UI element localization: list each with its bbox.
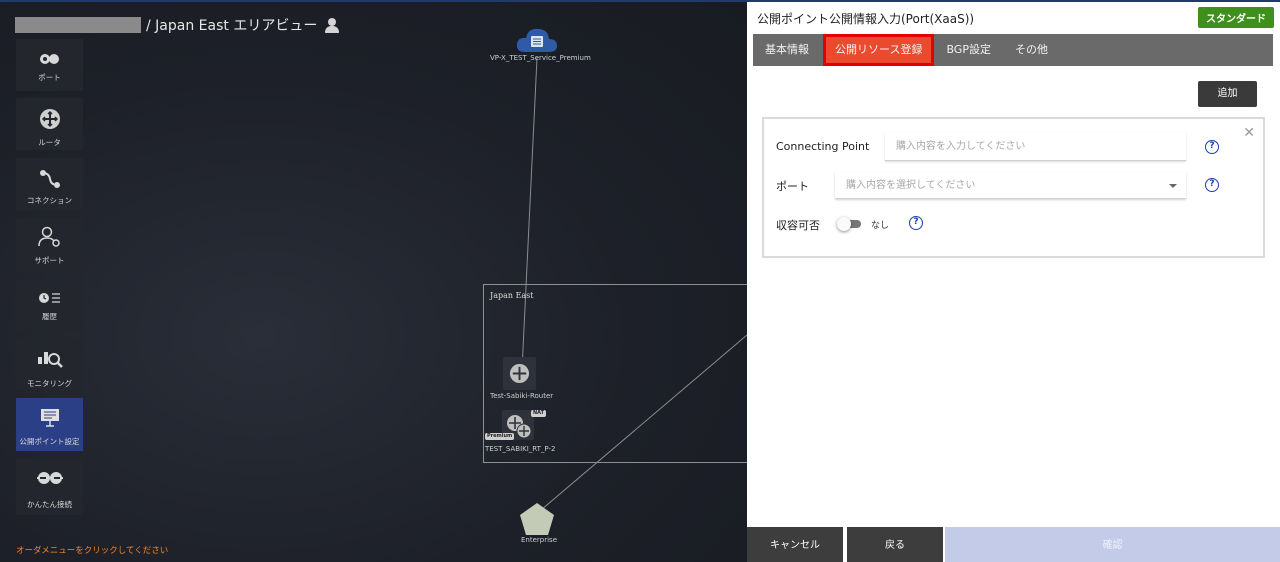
router-icon — [39, 109, 60, 129]
capacity-value: なし — [871, 221, 890, 231]
add-button[interactable]: 追加 — [1198, 81, 1257, 107]
help-icon[interactable]: ? — [909, 216, 923, 230]
enterprise-label: Enterprise — [521, 536, 558, 544]
service-cloud-icon[interactable] — [515, 26, 559, 54]
cancel-button[interactable]: キャンセル — [747, 527, 843, 562]
easy-connect-icon — [36, 472, 63, 484]
order-menu-hint: オーダメニューをクリックしてください — [16, 546, 169, 556]
topology-links — [521, 57, 747, 511]
history-icon — [38, 293, 60, 303]
panel-title: 公開ポイント公開情報入力(Port(XaaS)) — [757, 12, 975, 26]
menu-support[interactable]: サポート — [16, 218, 83, 272]
menu-connection[interactable]: コネクション — [16, 158, 83, 210]
port-select-placeholder: 購入内容を選択してください — [846, 180, 976, 191]
menu-easy-connect[interactable]: かんたん接続 — [16, 459, 83, 515]
menu-public-point[interactable]: 公開ポイント設定 — [16, 398, 83, 451]
panel-footer: キャンセル 戻る 確認 — [747, 527, 1280, 562]
monitoring-icon — [37, 352, 63, 368]
menu-label: モニタリング — [27, 379, 72, 388]
public-point-panel: 公開ポイント公開情報入力(Port(XaaS)) スタンダード 基本情報 公開リ… — [747, 0, 1280, 562]
support-icon — [37, 226, 60, 247]
area-title: Japan East — [490, 291, 534, 300]
menu-router[interactable]: ルータ — [16, 98, 83, 150]
plan-badge: スタンダード — [1198, 7, 1274, 28]
router1-label: Test-Sabiki-Router — [490, 392, 554, 400]
menu-monitoring[interactable]: モニタリング — [16, 338, 83, 390]
router-icon — [509, 363, 530, 384]
enterprise-pentagon-icon[interactable] — [519, 502, 555, 536]
tab-public-resource[interactable]: 公開リソース登録 — [823, 34, 935, 66]
chevron-down-icon — [1169, 184, 1177, 188]
router2-label: TEST_SABIKI_RT_P-2 — [485, 445, 556, 453]
menu-label: 公開ポイント設定 — [19, 437, 80, 446]
menu-label: サポート — [34, 256, 65, 265]
public-point-icon — [40, 409, 59, 427]
port-select[interactable]: 購入内容を選択してください — [835, 172, 1186, 199]
menu-label: ポート — [38, 73, 61, 82]
confirm-button[interactable]: 確認 — [945, 527, 1280, 562]
menu-label: 履歴 — [42, 312, 57, 321]
premium-tag: Premium — [485, 433, 515, 440]
connecting-point-label: Connecting Point — [776, 140, 870, 153]
menu-label: ルータ — [38, 138, 61, 147]
router-node[interactable] — [503, 357, 536, 390]
back-button[interactable]: 戻る — [847, 527, 943, 562]
connecting-point-input[interactable] — [885, 133, 1186, 161]
nat-tag: NAT — [531, 410, 547, 417]
menu-label: かんたん接続 — [27, 500, 72, 509]
toggle-knob — [837, 217, 851, 231]
close-icon[interactable]: ✕ — [1243, 125, 1255, 141]
menu-port[interactable]: ポート — [16, 39, 83, 91]
capacity-toggle[interactable] — [837, 217, 863, 231]
help-icon[interactable]: ? — [1205, 178, 1219, 192]
tab-bgp-settings[interactable]: BGP設定 — [934, 34, 1003, 66]
menu-label: コネクション — [27, 196, 72, 205]
menu-history[interactable]: 履歴 — [16, 280, 83, 330]
resource-form-card: ✕ Connecting Point ? ポート 購入内容を選択してください ?… — [762, 117, 1265, 258]
port-label: ポート — [776, 180, 809, 193]
tab-bar: 基本情報 公開リソース登録 BGP設定 その他 — [753, 34, 1273, 66]
port-icon — [39, 54, 59, 64]
topology-canvas[interactable]: / Japan East エリアビュー ポート ルータ コネクション サポート … — [0, 0, 747, 562]
tab-other[interactable]: その他 — [1003, 34, 1060, 66]
help-icon[interactable]: ? — [1205, 140, 1219, 154]
capacity-label: 収容可否 — [776, 219, 820, 232]
tab-basic-info[interactable]: 基本情報 — [753, 34, 821, 66]
connection-icon — [39, 170, 60, 188]
service-node-label: VP-X_TEST_Service_Premium — [490, 54, 591, 62]
